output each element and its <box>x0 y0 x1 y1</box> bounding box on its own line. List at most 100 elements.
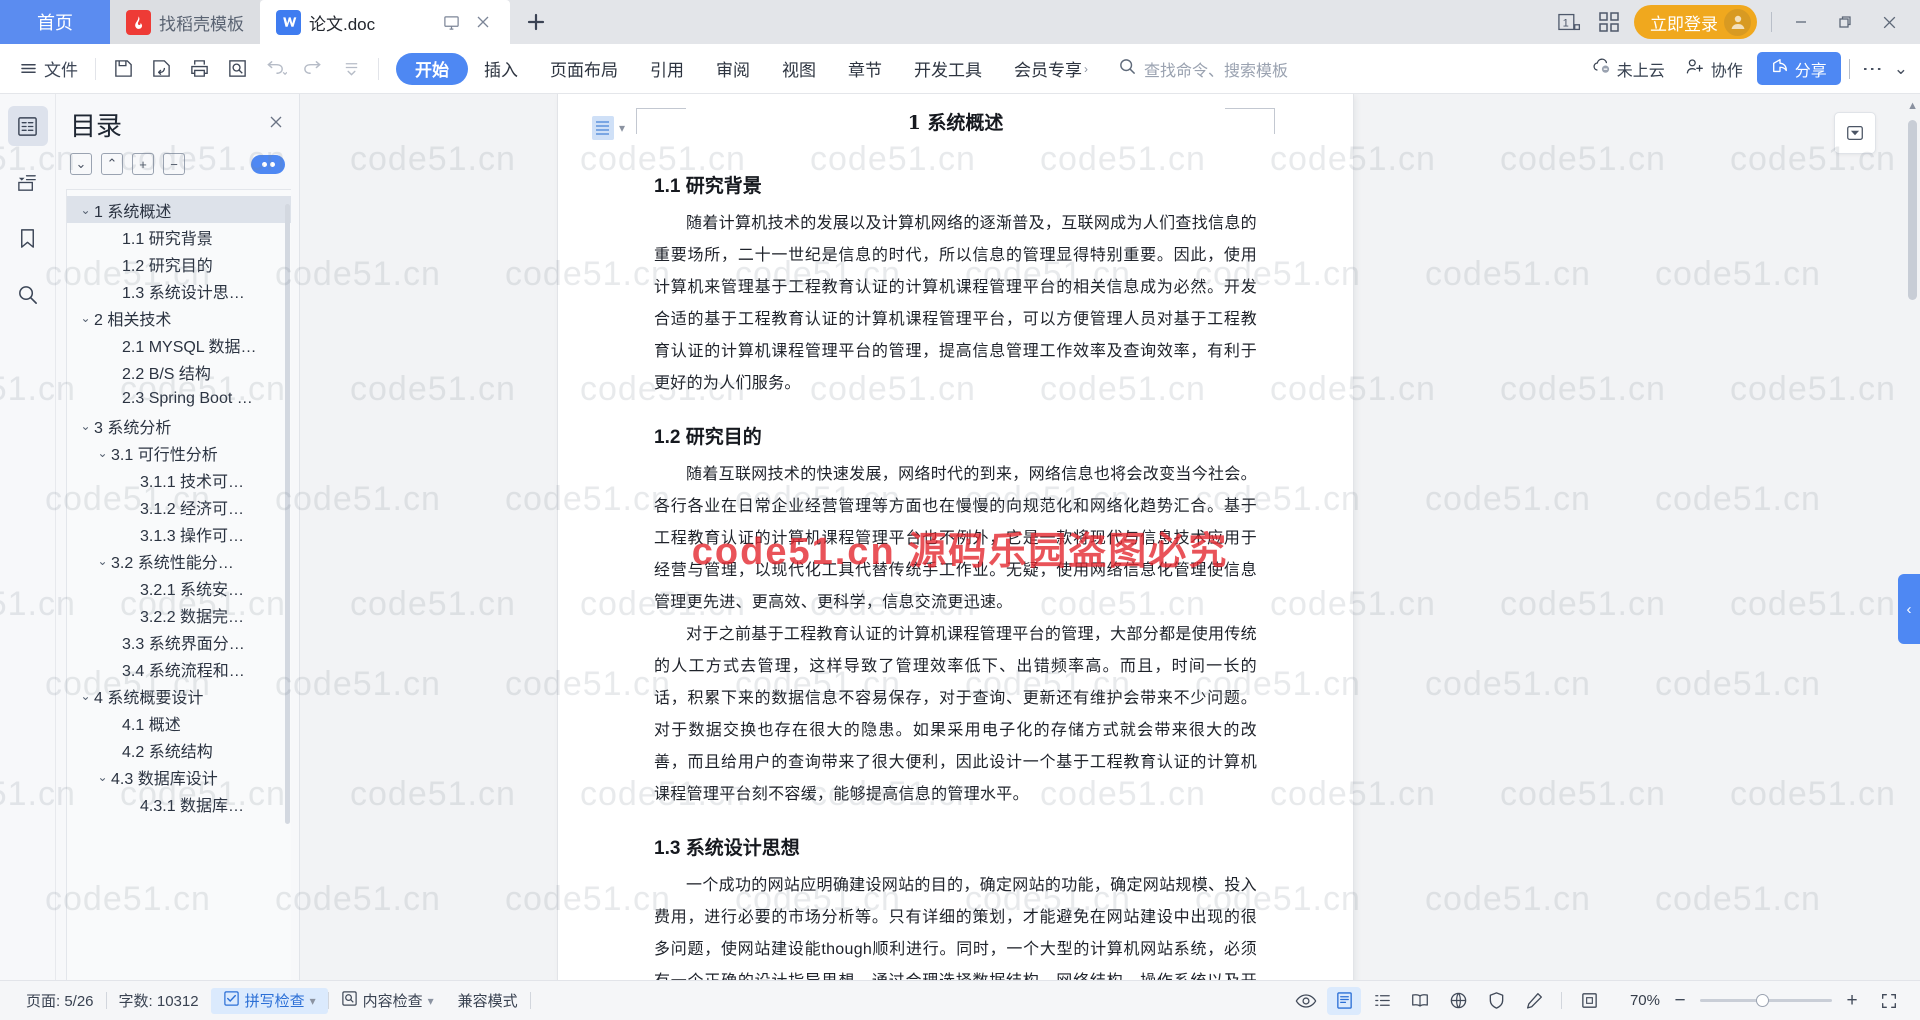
save-icon[interactable] <box>105 52 141 86</box>
minimize-button[interactable] <box>1786 7 1816 37</box>
sidebar-item-sections[interactable] <box>8 162 48 202</box>
chevron-down-icon[interactable]: ⌄ <box>1894 59 1908 79</box>
tab-section[interactable]: 章节 <box>832 53 898 85</box>
sidebar-item-outline[interactable] <box>7 106 48 146</box>
outline-item[interactable]: 2.2 B/S 结构 <box>67 358 291 385</box>
outline-item[interactable]: 3.3 系统界面分… <box>67 628 291 655</box>
file-menu-button[interactable]: 文件 <box>12 52 86 86</box>
present-mode-icon[interactable] <box>440 11 462 33</box>
right-panel-toggle[interactable]: ‹ <box>1898 574 1920 644</box>
tab-page-layout[interactable]: 页面布局 <box>534 53 634 85</box>
sidebar-item-bookmark[interactable] <box>8 218 48 258</box>
outline-scrollbar[interactable] <box>285 204 290 824</box>
chevron-down-icon[interactable]: ⌄ <box>94 446 111 460</box>
content-check-button[interactable]: 内容检查 ▾ <box>329 988 446 1014</box>
page-view-icon[interactable] <box>1327 986 1361 1015</box>
outline-item[interactable]: 2.3 Spring Boot … <box>67 385 291 412</box>
comment-filter-button[interactable] <box>1834 112 1876 154</box>
chevron-down-icon[interactable]: ⌄ <box>77 203 94 217</box>
search-input[interactable]: 查找命令、搜索模板 <box>1118 57 1288 81</box>
outline-item[interactable]: 4.2 系统结构 <box>67 736 291 763</box>
chevron-down-icon[interactable]: ▾ <box>428 994 434 1008</box>
chevron-down-icon[interactable]: ⌄ <box>94 770 111 784</box>
tab-review[interactable]: 审阅 <box>700 53 766 85</box>
outline-item[interactable]: 3.1.2 经济可… <box>67 493 291 520</box>
close-tab-icon[interactable] <box>472 11 494 33</box>
tab-start[interactable]: 开始 <box>396 52 468 85</box>
scroll-up-arrow[interactable]: ▲ <box>1907 100 1918 112</box>
collapse-up-button[interactable]: ⌃ <box>101 153 123 175</box>
share-button[interactable]: 分享 <box>1756 52 1841 85</box>
outline-item[interactable]: 3.4 系统流程和… <box>67 655 291 682</box>
fullscreen-icon[interactable] <box>1872 987 1906 1015</box>
redo-icon[interactable] <box>295 52 331 86</box>
decrease-level-button[interactable]: − <box>163 153 185 175</box>
sidebar-item-find[interactable] <box>8 274 48 314</box>
print-icon[interactable] <box>181 52 217 86</box>
close-window-button[interactable] <box>1874 7 1904 37</box>
undo-icon[interactable] <box>257 52 293 86</box>
outline-item[interactable]: 3.2.2 数据完… <box>67 601 291 628</box>
protect-view-icon[interactable] <box>1479 987 1513 1015</box>
zoom-slider-knob[interactable] <box>1756 994 1769 1007</box>
tab-view[interactable]: 视图 <box>766 53 832 85</box>
new-tab-button[interactable] <box>510 0 562 44</box>
outline-item[interactable]: 4.3.1 数据库… <box>67 790 291 817</box>
tab-insert[interactable]: 插入 <box>468 53 534 85</box>
tab-member-exclusive[interactable]: 会员专享 › <box>998 53 1104 85</box>
outline-item[interactable]: 1.2 研究目的 <box>67 250 291 277</box>
page-format-badge[interactable]: ▾ <box>592 116 625 140</box>
outline-item[interactable]: ⌄ 3 系统分析 <box>67 412 291 439</box>
tab-find-template[interactable]: 找稻壳模板 <box>110 0 260 44</box>
page-indicator[interactable]: 页面: 5/26 <box>14 988 106 1014</box>
outline-item[interactable]: ⌄ 3.1 可行性分析 <box>67 439 291 466</box>
chevron-down-icon[interactable]: ⌄ <box>94 554 111 568</box>
print-preview-icon[interactable] <box>219 52 255 86</box>
outline-item[interactable]: ⌄ 4 系统概要设计 <box>67 682 291 709</box>
outline-item[interactable]: 1.3 系统设计思… <box>67 277 291 304</box>
compat-mode-label[interactable]: 兼容模式 <box>446 988 530 1014</box>
customize-toolbar-icon[interactable] <box>333 52 369 86</box>
outline-item[interactable]: 4.1 概述 <box>67 709 291 736</box>
tab-document[interactable]: 论文.doc <box>260 0 510 44</box>
outline-item[interactable]: ⌄ 4.3 数据库设计 <box>67 763 291 790</box>
page-thumbnail-icon[interactable]: 1 <box>1558 12 1584 32</box>
fit-page-icon[interactable] <box>1572 987 1606 1015</box>
outline-item[interactable]: 3.2.1 系统安… <box>67 574 291 601</box>
more-options-icon[interactable]: ⋮ <box>1858 59 1886 79</box>
expand-down-button[interactable]: ⌄ <box>70 153 92 175</box>
outline-item[interactable]: 3.1.3 操作可… <box>67 520 291 547</box>
tab-references[interactable]: 引用 <box>634 53 700 85</box>
chevron-down-icon[interactable]: ⌄ <box>77 419 94 433</box>
outline-toggle-switch[interactable] <box>251 154 285 174</box>
outline-view-icon[interactable] <box>1365 987 1399 1015</box>
document-scrollbar[interactable] <box>1908 120 1917 300</box>
outline-item[interactable]: ⌄ 2 相关技术 <box>67 304 291 331</box>
edit-pen-icon[interactable] <box>1517 987 1551 1015</box>
zoom-level[interactable]: 70% <box>1618 992 1660 1009</box>
save-as-icon[interactable] <box>143 52 179 86</box>
collaborate-button[interactable]: 协作 <box>1679 53 1749 85</box>
reading-view-icon[interactable] <box>1403 987 1437 1015</box>
outline-item[interactable]: 1.1 研究背景 <box>67 223 291 250</box>
cloud-status-button[interactable]: 未上云 <box>1585 53 1671 85</box>
tab-home[interactable]: 首页 <box>0 0 110 44</box>
word-count[interactable]: 字数: 10312 <box>107 988 211 1014</box>
zoom-out-button[interactable]: − <box>1670 990 1690 1012</box>
eye-icon[interactable] <box>1289 987 1323 1015</box>
zoom-slider[interactable] <box>1700 994 1832 1007</box>
chevron-down-icon[interactable]: ⌄ <box>77 311 94 325</box>
close-icon[interactable] <box>267 113 285 137</box>
spell-check-button[interactable]: 拼写检查 ▾ <box>210 987 328 1014</box>
zoom-in-button[interactable]: + <box>1842 990 1862 1012</box>
outline-item[interactable]: ⌄ 1 系统概述 <box>67 196 291 223</box>
maximize-button[interactable] <box>1830 7 1860 37</box>
tab-developer-tools[interactable]: 开发工具 <box>898 53 998 85</box>
increase-level-button[interactable]: + <box>132 153 154 175</box>
login-button[interactable]: 立即登录 <box>1634 5 1757 39</box>
outline-item[interactable]: 3.1.1 技术可… <box>67 466 291 493</box>
chevron-down-icon[interactable]: ▾ <box>619 121 625 135</box>
chevron-down-icon[interactable]: ⌄ <box>77 689 94 703</box>
outline-list[interactable]: ⌄ 1 系统概述 1.1 研究背景 1.2 研究目的 1.3 系统设计思… ⌄ 2 相关技术… <box>66 189 291 980</box>
chevron-down-icon[interactable]: ▾ <box>310 994 316 1008</box>
